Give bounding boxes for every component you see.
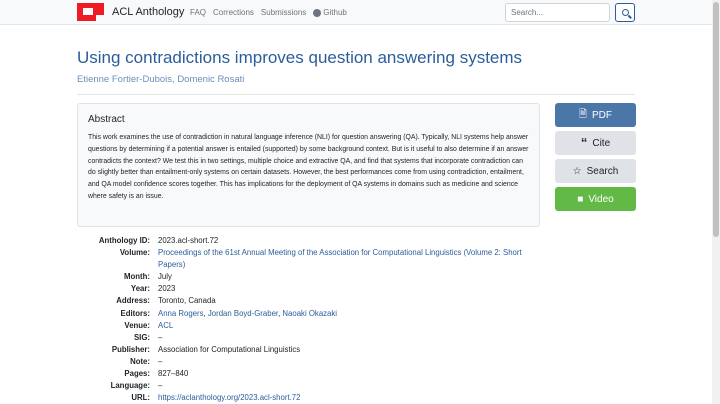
- meta-label: Editors:: [120, 308, 150, 318]
- video-button[interactable]: ■ Video: [555, 187, 636, 211]
- abstract-text: This work examines the use of contradict…: [88, 134, 529, 200]
- metadata-table: Anthology ID: 2023.acl-short.72 Volume: …: [77, 235, 537, 404]
- meta-row-note: Note: –: [77, 356, 537, 368]
- github-icon: [313, 8, 322, 17]
- meta-row-year: Year: 2023: [77, 283, 537, 295]
- venue-link[interactable]: ACL: [158, 321, 173, 330]
- meta-label: SIG:: [133, 332, 150, 342]
- acl-logo-icon: [77, 3, 104, 21]
- nav-links: FAQ Corrections Submissions Github: [190, 8, 354, 17]
- editor-link[interactable]: Anna Rogers: [158, 309, 204, 318]
- video-camera-icon: ■: [577, 193, 584, 205]
- editor-link[interactable]: Naoaki Okazaki: [282, 309, 337, 318]
- sig-value: –: [158, 332, 163, 342]
- pages-value: 827–840: [158, 369, 189, 379]
- meta-label: Month:: [124, 272, 150, 282]
- nav-link-submissions[interactable]: Submissions: [261, 8, 306, 17]
- volume-link[interactable]: Proceedings of the 61st Annual Meeting o…: [158, 248, 522, 269]
- brand-link[interactable]: ACL Anthology: [77, 3, 184, 21]
- nav-link-github-label: Github: [323, 8, 347, 17]
- meta-row-pages: Pages: 827–840: [77, 368, 537, 380]
- paper-authors[interactable]: Etienne Fortier-Dubois, Domenic Rosati: [77, 74, 244, 85]
- abstract-card: Abstract This work examines the use of c…: [77, 103, 540, 227]
- meta-label: Address:: [116, 296, 150, 306]
- abstract-heading: Abstract: [88, 114, 125, 125]
- divider: [77, 94, 635, 95]
- scrollbar-thumb[interactable]: [713, 2, 719, 237]
- nav-link-corrections[interactable]: Corrections: [213, 8, 254, 17]
- publisher-value: Association for Computational Linguistic…: [158, 344, 301, 354]
- meta-label: Pages:: [124, 369, 150, 379]
- cite-button[interactable]: “ Cite: [555, 131, 636, 155]
- meta-label: Publisher:: [111, 344, 150, 354]
- cite-button-label: Cite: [592, 137, 611, 149]
- address-value: Toronto, Canada: [158, 296, 216, 306]
- meta-row-volume: Volume: Proceedings of the 61st Annual M…: [77, 247, 537, 271]
- nav-link-github[interactable]: Github: [313, 8, 347, 17]
- pdf-button-label: PDF: [592, 109, 613, 121]
- meta-row-url: URL: https://aclanthology.org/2023.acl-s…: [77, 392, 537, 404]
- search-input[interactable]: [505, 3, 610, 22]
- meta-row-anthology-id: Anthology ID: 2023.acl-short.72: [77, 235, 537, 247]
- meta-label: Year:: [130, 284, 150, 294]
- language-value: –: [158, 381, 163, 391]
- editor-link[interactable]: Jordan Boyd-Graber: [208, 309, 278, 318]
- meta-label: Anthology ID:: [98, 236, 150, 245]
- meta-row-publisher: Publisher: Association for Computational…: [77, 344, 537, 356]
- search-button-label: Search: [586, 165, 619, 177]
- nav-link-faq[interactable]: FAQ: [190, 8, 206, 17]
- top-navbar: ACL Anthology FAQ Corrections Submission…: [0, 0, 712, 25]
- pdf-button[interactable]: 🗎 PDF: [555, 103, 636, 127]
- meta-label: Venue:: [124, 320, 150, 330]
- url-link[interactable]: https://aclanthology.org/2023.acl-short.…: [158, 393, 300, 402]
- meta-row-sig: SIG: –: [77, 332, 537, 344]
- meta-row-address: Address: Toronto, Canada: [77, 295, 537, 307]
- meta-label: Volume:: [119, 248, 150, 258]
- year-value: 2023: [158, 284, 176, 294]
- search-submit-button[interactable]: [615, 3, 635, 22]
- meta-row-editors: Editors: Anna Rogers, Jordan Boyd-Graber…: [77, 308, 537, 320]
- page-scrollbar[interactable]: [712, 0, 720, 404]
- meta-row-month: Month: July: [77, 271, 537, 283]
- meta-label: URL:: [131, 393, 150, 403]
- meta-row-language: Language: –: [77, 380, 537, 392]
- note-value: –: [158, 356, 163, 366]
- file-pdf-icon: 🗎: [578, 108, 588, 120]
- quote-icon: “: [580, 135, 588, 150]
- paper-title: Using contradictions improves question a…: [77, 48, 523, 67]
- month-value: July: [158, 272, 172, 282]
- meta-row-venue: Venue: ACL: [77, 320, 537, 332]
- search-button[interactable]: ☆ Search: [555, 159, 636, 183]
- meta-label: Note:: [130, 356, 150, 366]
- tag-icon: ☆: [572, 165, 582, 177]
- anthology-id-value: 2023.acl-short.72: [158, 236, 219, 245]
- meta-label: Language:: [110, 381, 150, 391]
- video-button-label: Video: [588, 193, 614, 205]
- brand-name: ACL Anthology: [112, 6, 185, 18]
- search-icon: [621, 9, 629, 16]
